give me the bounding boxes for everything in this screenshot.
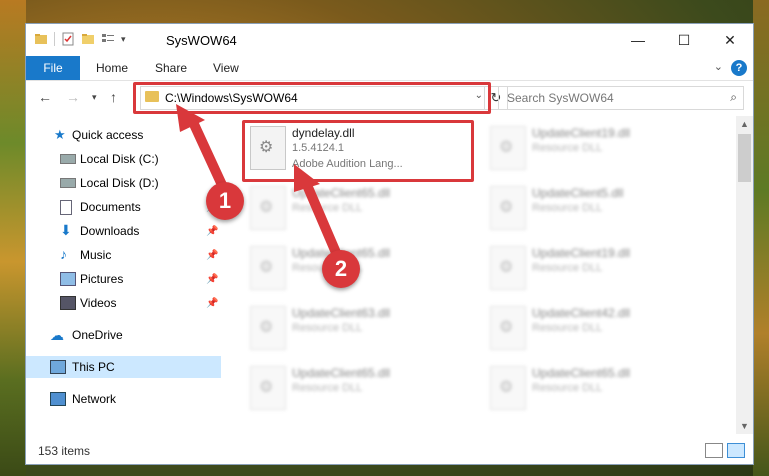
arrow-2-head: [294, 164, 320, 192]
step-badge-1: 1: [206, 182, 244, 220]
annotation-arrows: [176, 104, 345, 267]
step-badge-2: 2: [322, 250, 360, 288]
